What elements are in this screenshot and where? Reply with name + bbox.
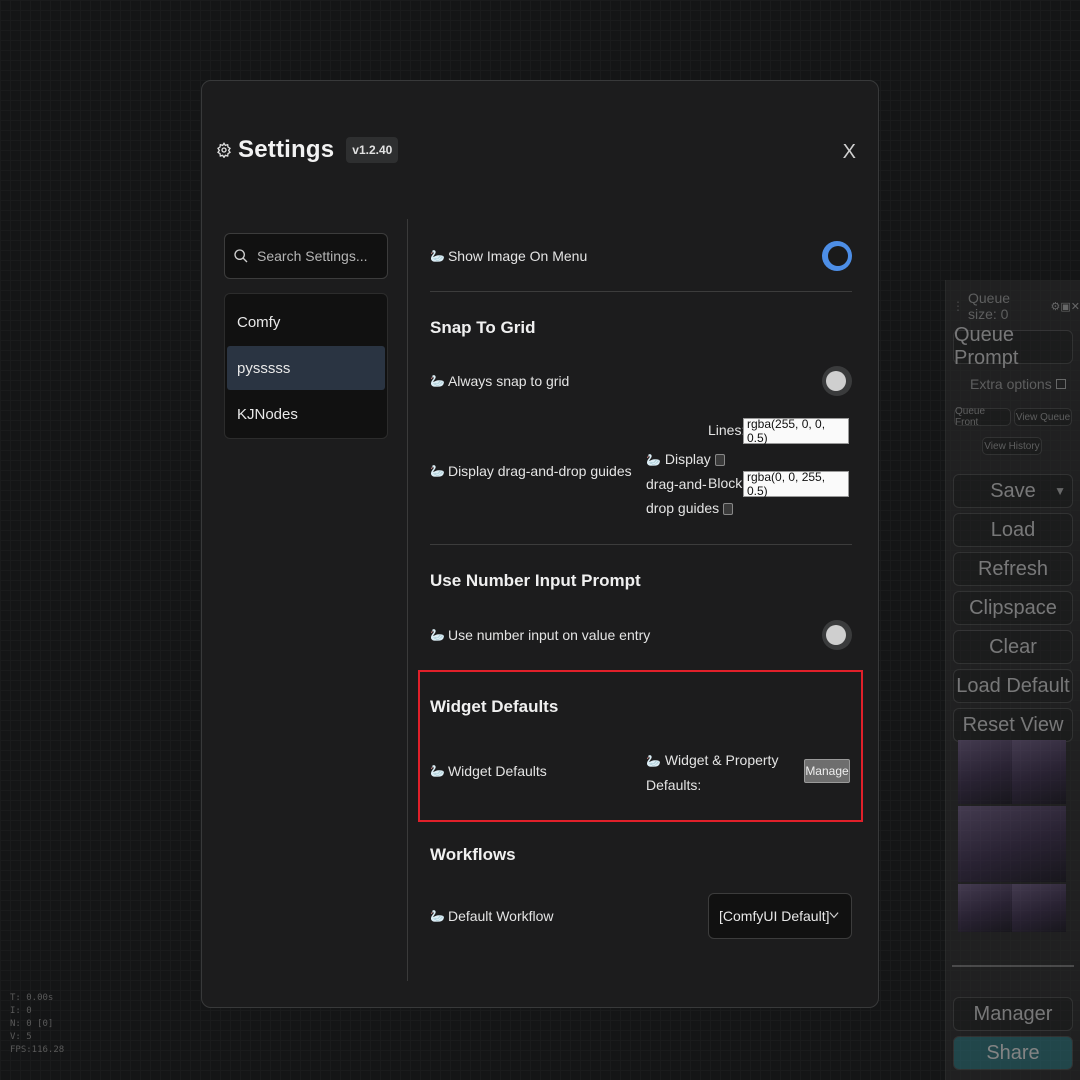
load-default-button[interactable]: Load Default [953, 669, 1073, 703]
version-badge: v1.2.40 [346, 137, 399, 163]
setting-default-workflow: 🦢 Default Workflow [ComfyUI Default] [430, 893, 852, 939]
preview-image[interactable] [1012, 740, 1066, 804]
clear-button[interactable]: Clear [953, 630, 1073, 664]
category-comfy[interactable]: Comfy [227, 300, 385, 344]
setting-label: Show Image On Menu [447, 248, 588, 264]
setting-show-image-on-menu: 🦢 Show Image On Menu [430, 239, 852, 273]
search-input[interactable] [257, 248, 377, 264]
settings-dialog: Settings v1.2.40 X Comfy pysssss KJNodes… [201, 80, 879, 1008]
dialog-title: Settings [238, 136, 335, 163]
manager-button[interactable]: Manager [953, 997, 1073, 1031]
section-divider [430, 544, 852, 545]
show-image-toggle[interactable] [822, 241, 852, 271]
setting-always-snap: 🦢 Always snap to grid [430, 364, 852, 398]
category-list: Comfy pysssss KJNodes [224, 293, 388, 439]
clipspace-button[interactable]: Clipspace [953, 591, 1073, 625]
gear-icon [217, 142, 231, 158]
category-pysssss[interactable]: pysssss [227, 346, 385, 390]
queue-prompt-button[interactable]: Queue Prompt [953, 324, 1073, 369]
preview-image[interactable] [1012, 884, 1066, 932]
extra-options-checkbox[interactable] [1055, 379, 1066, 389]
preview-image[interactable] [958, 884, 1012, 932]
queue-size: Queue size: 0 [968, 290, 1011, 322]
search-field[interactable] [224, 233, 388, 279]
refresh-button[interactable]: Refresh [953, 552, 1073, 586]
view-history-button[interactable]: View History [982, 437, 1042, 455]
save-button[interactable]: Save ▼ [953, 474, 1073, 508]
search-icon [234, 249, 248, 263]
dnd-lines-checkbox[interactable] [714, 454, 725, 467]
number-input-toggle[interactable] [822, 620, 852, 650]
section-title-snap: Snap To Grid [430, 318, 536, 337]
swan-icon: 🦢 [430, 628, 445, 642]
stat-fps: FPS:116.28 [10, 1045, 65, 1055]
default-workflow-select[interactable]: [ComfyUI Default] [708, 893, 852, 939]
save-label: Save [990, 479, 1036, 502]
block-label: Block: [708, 475, 747, 491]
save-dropdown-icon[interactable]: ▼ [1054, 484, 1066, 498]
swan-icon: 🦢 [646, 453, 661, 467]
panel-divider [407, 219, 408, 981]
view-queue-button[interactable]: View Queue [1014, 408, 1072, 426]
queue-front-button[interactable]: Queue Front [954, 406, 1011, 428]
block-color-input[interactable]: rgba(0, 0, 255, 0.5) [743, 470, 849, 498]
load-button[interactable]: Load [953, 513, 1073, 547]
menu-divider [952, 965, 1074, 967]
share-button[interactable]: Share [953, 1036, 1073, 1070]
stat-time: T: 0.00s [10, 993, 54, 1003]
setting-label: Display drag-and-drop guides [447, 463, 632, 479]
stat-nodes: N: 0 [0] [10, 1019, 54, 1029]
lines-label: Lines: [708, 422, 746, 438]
drag-handle-icon[interactable]: ⋮ [952, 299, 964, 313]
extra-options-label: Extra options [970, 376, 1052, 392]
preview-image[interactable] [958, 806, 1066, 882]
highlight-annotation [418, 670, 863, 822]
select-value: [ComfyUI Default] [719, 908, 830, 924]
dnd-block-checkbox[interactable] [723, 503, 734, 516]
settings-content: 🦢 Show Image On Menu Snap To Grid 🦢 Alwa… [430, 81, 852, 1007]
swan-icon: 🦢 [430, 464, 445, 478]
canvas-stats: T: 0.00s I: 0 N: 0 [0] V: 5 FPS:116.28 [10, 992, 64, 1057]
comfy-side-menu: ⋮ Queue size: 0 ⚙▣✕ Queue Prompt Extra o… [945, 280, 1080, 1080]
section-divider [430, 291, 852, 292]
reset-view-button[interactable]: Reset View [953, 708, 1073, 742]
swan-icon: 🦢 [430, 249, 445, 263]
swan-icon: 🦢 [430, 374, 445, 388]
extra-options[interactable]: Extra options [970, 376, 1066, 392]
section-title-number-input: Use Number Input Prompt [430, 571, 641, 590]
lines-color-input[interactable]: rgba(255, 0, 0, 0.5) [743, 417, 849, 445]
dialog-header: Settings v1.2.40 [216, 136, 399, 164]
setting-label: Always snap to grid [447, 373, 570, 389]
chevron-down-icon [829, 912, 839, 919]
swan-icon: 🦢 [430, 909, 445, 923]
stat-i: I: 0 [10, 1006, 32, 1016]
setting-label: Default Workflow [447, 908, 554, 924]
always-snap-toggle[interactable] [822, 366, 852, 396]
settings-icon[interactable]: ⚙▣✕ [1051, 300, 1080, 313]
setting-number-input: 🦢 Use number input on value entry [430, 618, 852, 652]
stat-v: V: 5 [10, 1032, 32, 1042]
section-title-workflows: Workflows [430, 845, 516, 864]
category-kjnodes[interactable]: KJNodes [227, 392, 385, 436]
preview-image[interactable] [958, 740, 1012, 804]
setting-label: Use number input on value entry [447, 627, 651, 643]
image-previews [958, 740, 1066, 932]
